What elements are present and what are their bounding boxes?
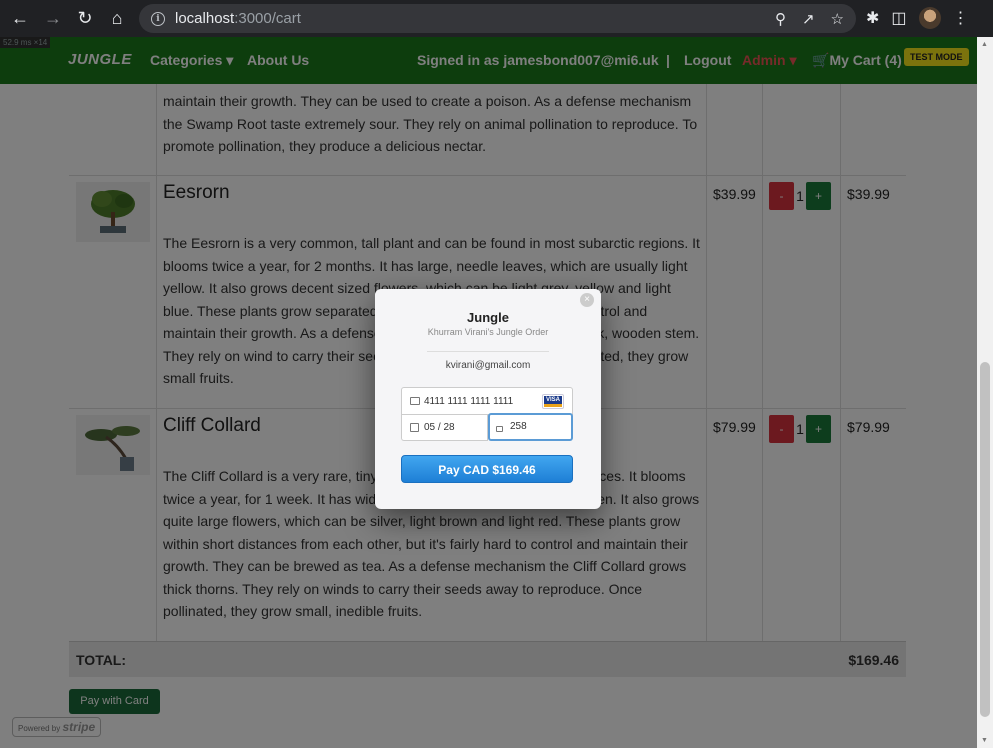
calendar-icon [410, 423, 419, 432]
modal-title: Jungle [467, 310, 509, 325]
lock-icon [496, 426, 503, 432]
site-info-icon[interactable]: i [151, 11, 165, 26]
scroll-up-icon[interactable]: ▲ [981, 41, 988, 48]
visa-icon: VISA [542, 394, 564, 409]
pay-button[interactable]: Pay CAD $169.46 [401, 455, 573, 483]
browser-toolbar: ← → ↻ ⌂ i localhost:3000/cart ⚲ ↗ ☆ ✱ ◫ … [0, 0, 993, 37]
side-panel-icon[interactable]: ◫ [891, 8, 906, 28]
address-bar[interactable]: i localhost:3000/cart ⚲ ↗ ☆ [139, 4, 856, 33]
forward-icon[interactable]: → [41, 6, 65, 30]
modal-divider [427, 351, 549, 352]
card-number-value: 4111 1111 1111 1111 [424, 396, 514, 407]
expiry-value: 05 / 28 [424, 422, 455, 433]
url-path: :3000/cart [234, 10, 301, 27]
cvc-value: 258 [510, 421, 527, 432]
customer-email[interactable]: kvirani@gmail.com [375, 360, 601, 371]
back-icon[interactable]: ← [8, 6, 32, 30]
card-number-field[interactable]: 4111 1111 1111 1111 VISA [401, 387, 573, 415]
url-text[interactable]: localhost:3000/cart [175, 10, 301, 27]
scroll-down-icon[interactable]: ▼ [981, 737, 988, 744]
stripe-checkout-modal: × Jungle Khurram Virani's Jungle Order k… [375, 289, 601, 509]
cvc-field[interactable]: 258 [488, 413, 573, 441]
scrollbar-thumb[interactable] [980, 362, 990, 717]
profile-avatar[interactable] [918, 7, 941, 29]
expiry-field[interactable]: 05 / 28 [401, 415, 488, 441]
url-host: localhost [175, 10, 235, 27]
modal-subtitle: Khurram Virani's Jungle Order [427, 327, 549, 337]
close-icon[interactable]: × [580, 293, 594, 307]
credit-card-icon [410, 397, 420, 405]
zoom-icon[interactable]: ⚲ [775, 10, 786, 28]
home-icon[interactable]: ⌂ [105, 6, 129, 30]
page-scrollbar[interactable]: ▲ ▼ [977, 37, 993, 748]
share-icon[interactable]: ↗ [802, 10, 815, 28]
bookmark-star-icon[interactable]: ☆ [831, 10, 844, 28]
extensions-icon[interactable]: ✱ [866, 8, 879, 28]
reload-icon[interactable]: ↻ [73, 6, 97, 30]
menu-kebab-icon[interactable]: ⋮ [953, 8, 969, 28]
